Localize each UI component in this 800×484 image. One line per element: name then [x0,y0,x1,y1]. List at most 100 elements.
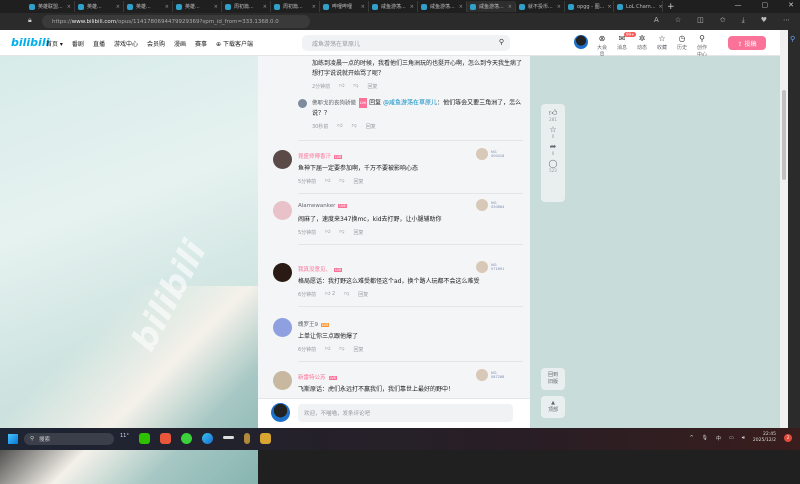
app-icon[interactable] [222,436,234,439]
comment-username[interactable]: 新雷特公苏 [298,375,326,381]
close-tab-icon[interactable]: × [67,4,71,10]
like-button[interactable]: 👍︎ 2 [325,291,335,298]
ime-indicator[interactable]: 中 [716,435,721,442]
close-tab-icon[interactable]: × [214,4,218,10]
close-tab-icon[interactable]: × [410,4,414,10]
url-field[interactable]: https://www.bilibili.com/opus/1141780694… [42,15,310,28]
like-button[interactable]: 👍︎ [325,178,330,185]
maximize-button[interactable]: ▢ [762,1,769,9]
app-icon[interactable] [180,433,192,444]
close-tab-icon[interactable]: × [165,4,169,10]
close-tab-icon[interactable]: × [557,4,561,10]
nav-item[interactable]: ⊕ 下载客户端 [216,39,253,48]
reply-button[interactable]: 回复 [354,346,364,353]
taskbar-search[interactable]: ⚲ 搜索 [24,433,114,445]
windows-start-icon[interactable] [8,434,18,444]
dislike-icon[interactable]: 👎︎ [353,83,358,90]
search-sidebar-icon[interactable]: ⚲ [790,35,795,43]
close-window-button[interactable]: ✕ [788,1,794,9]
back-to-top-button[interactable]: ▲ 顶部 [541,396,565,418]
comment-avatar[interactable] [273,318,292,337]
chevron-up-icon[interactable]: ^ [689,435,693,441]
dislike-icon[interactable]: 👎︎ [339,178,344,185]
nav-item[interactable]: 游戏中心 [114,39,138,48]
search-icon[interactable]: ⚲ [499,38,504,46]
close-tab-icon[interactable]: × [312,4,316,10]
dislike-icon[interactable]: 👎︎ [352,123,357,130]
header-favorite-button[interactable]: ☆ 收藏 [655,34,669,58]
app-icon[interactable] [159,433,171,444]
nav-item[interactable]: 首页 ▾ [46,39,63,48]
old-version-button[interactable]: 回到旧版 [541,368,565,390]
minimize-button[interactable]: — [735,1,742,9]
download-icon[interactable]: ⤓ [742,16,745,25]
my-avatar[interactable] [271,403,290,422]
reply-button[interactable]: 回复 [358,291,368,298]
browser-tab[interactable]: opgg - 图... × [565,1,614,12]
clock[interactable]: 22:45 2025/12/2 [753,432,776,444]
microphone-icon[interactable]: 🎙︎ [702,435,708,441]
app-icon[interactable] [259,433,271,444]
browser-tab[interactable]: 咸鱼游荡... × [467,1,516,12]
comment-username[interactable]: Alamewanker [298,203,335,209]
collections-icon[interactable]: ✩ [720,16,726,25]
nav-item[interactable]: 会员购 [147,39,165,48]
comment-username[interactable]: 我真没意见、 [298,267,331,273]
comment-username[interactable]: 昆盛师傅香汗 [298,154,331,160]
page-scrollbar[interactable] [780,30,788,428]
scrollbar-thumb[interactable] [782,90,786,180]
browser-tab[interactable]: 英雄... × [124,1,173,12]
comment-avatar[interactable] [273,371,292,390]
new-tab-button[interactable]: + [667,2,675,12]
browser-tab[interactable]: LoL Cham... × [614,1,663,12]
close-tab-icon[interactable]: × [459,4,463,10]
header-vip-button[interactable]: ⊗ 大会员 [595,34,609,58]
nav-item[interactable]: 漫画 [174,39,186,48]
reply-button[interactable]: 回复 [354,229,364,236]
browser-tab[interactable]: 英雄联盟... × [26,1,75,12]
comment-avatar[interactable] [273,201,292,220]
browser-tab[interactable]: 咸鱼游荡... × [369,1,418,12]
more-icon[interactable]: ⋯ [783,16,790,25]
notification-badge[interactable]: 2 [784,434,792,442]
mention-link[interactable]: @咸鱼游荡在草原儿 [383,100,437,107]
browser-tab[interactable]: 周初篇... × [222,1,271,12]
share-action[interactable]: ➦ 0 [550,142,557,156]
favorite-star-icon[interactable]: ☆ [675,16,681,25]
close-tab-icon[interactable]: × [361,4,365,10]
reply-button[interactable]: 回复 [354,178,364,185]
like-button[interactable]: 👍︎ [325,346,330,353]
close-tab-icon[interactable]: × [607,4,611,10]
like-icon[interactable]: 👍︎ [339,83,344,90]
nav-item[interactable]: 番剧 [72,39,84,48]
browser-tab[interactable]: 就不投币... × [516,1,565,12]
comment-avatar[interactable] [273,150,292,169]
header-history-button[interactable]: ◷ 历史 [675,34,689,58]
comment-action[interactable]: ◯ 523 [549,159,558,173]
dislike-icon[interactable]: 👎︎ [344,291,349,298]
sub-reply-user[interactable]: 佛耶戈的丧狗骄傲 [312,101,356,107]
search-input[interactable]: 咸鱼游荡在草原儿 ⚲ [302,35,510,51]
reply-button[interactable]: 回复 [368,83,378,90]
header-message-button[interactable]: ✉ 消息 99+ [615,32,637,58]
edge-icon[interactable] [201,433,213,444]
reply-button[interactable]: 回复 [366,123,376,130]
volume-icon[interactable]: 🔊︎ [742,435,745,441]
extension-icon[interactable]: ♥ [761,16,767,25]
comment-username[interactable]: 魄罗王9 [298,322,318,328]
browser-tab[interactable]: 咸鱼游荡... × [418,1,467,12]
header-dynamic-button[interactable]: ✲ 动态 [635,34,649,58]
wechat-icon[interactable] [138,433,150,444]
dislike-icon[interactable]: 👎︎ [339,229,344,236]
browser-tab[interactable]: 周初篇... × [271,1,320,12]
nav-item[interactable]: 赛事 [195,39,207,48]
sub-reply-avatar[interactable] [298,99,307,108]
close-tab-icon[interactable]: × [263,4,267,10]
network-icon[interactable]: ▭ [729,435,734,441]
browser-tab[interactable]: 英雄... × [75,1,124,12]
browser-tab[interactable]: 哔哩哔哩 × [320,1,369,12]
header-creator-button[interactable]: ⚲ 创作中心 [695,34,709,58]
weather-icon[interactable]: 11° [120,433,129,444]
close-tab-icon[interactable]: × [116,4,120,10]
user-avatar[interactable] [574,35,588,49]
